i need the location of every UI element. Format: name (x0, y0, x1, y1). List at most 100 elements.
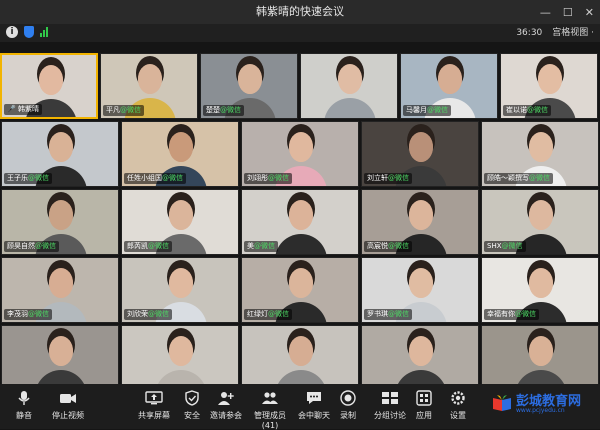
mic-icon: 🎤 (7, 105, 18, 113)
participant-source-tag: @微信 (220, 106, 241, 114)
meeting-toolbar: 静音 停止视频 共享屏幕 安全 邀请参会 管理成员(41) 会中聊天 录制 分组… (0, 384, 600, 430)
participant-tile[interactable]: 刘翊彤@微信 (241, 121, 359, 187)
gear-icon (451, 391, 465, 405)
participant-tile[interactable]: 刘立轩@微信 (361, 121, 479, 187)
apps-label: 应用 (416, 411, 432, 420)
breakout-button[interactable]: 分组讨论 (372, 390, 408, 421)
participant-tile[interactable]: 红绿灯@微信 (241, 257, 359, 323)
participant-name: 崔以诺 (506, 106, 527, 114)
maximize-icon[interactable]: ☐ (563, 6, 573, 19)
participant-name: 韩紫晴 (17, 105, 39, 113)
watermark-url: www.pcjyedu.cn (516, 407, 565, 414)
participant-source-tag: @微信 (388, 174, 409, 182)
manage-members-button[interactable]: 管理成员(41) (248, 390, 292, 430)
participant-tile[interactable]: 顾昊自然@微信 (1, 189, 119, 255)
security-button[interactable]: 安全 (180, 390, 204, 421)
participant-name-label: 顾皓～颖撰写@微信 (484, 173, 553, 184)
participant-tile[interactable]: 高宸悦@微信 (361, 189, 479, 255)
share-screen-button[interactable]: 共享屏幕 (134, 390, 174, 421)
participant-tile[interactable]: 李茂羽@微信 (1, 257, 119, 323)
participant-source-tag: @微信 (120, 106, 141, 114)
window-controls: — ☐ ✕ (540, 0, 594, 24)
participant-tile[interactable] (481, 325, 599, 391)
participant-face (529, 268, 553, 298)
participant-source-tag: @微信 (268, 310, 289, 318)
participant-face (409, 336, 433, 366)
participant-name-label: 郎芮凯@微信 (124, 241, 172, 252)
participant-tile[interactable]: 楚楚@微信 (200, 53, 298, 119)
watermark-logo: 彭城教育网 www.pcjyedu.cn (492, 390, 592, 420)
participant-tile[interactable]: 罗书琪@微信 (361, 257, 479, 323)
share-screen-label: 共享屏幕 (138, 411, 170, 420)
participant-face (169, 200, 193, 230)
participant-name-label: 罗书琪@微信 (364, 309, 412, 320)
breakout-label: 分组讨论 (374, 411, 406, 420)
chat-button[interactable]: 会中聊天 (296, 390, 332, 421)
participant-name: 李茂羽 (7, 310, 28, 318)
participant-tile[interactable] (361, 325, 479, 391)
participant-face (49, 268, 73, 298)
participant-tile[interactable]: 王子乐@微信 (1, 121, 119, 187)
participant-name-label: 马馨月@微信 (403, 105, 451, 116)
participant-name-label: 刘翊彤@微信 (244, 173, 292, 184)
participant-tile[interactable]: 平凡@微信 (100, 53, 198, 119)
participant-name-label: 🎤 韩紫晴 (4, 104, 42, 115)
participant-name-label: 幸福有你@微信 (484, 309, 539, 320)
participant-source-tag: @微信 (515, 310, 536, 318)
participant-name-label: 高宸悦@微信 (364, 241, 412, 252)
participant-name: 幸福有你 (487, 310, 515, 318)
members-icon (262, 392, 278, 404)
chat-label: 会中聊天 (298, 411, 330, 420)
participant-face (529, 132, 553, 162)
participant-name-label: 美@微信 (244, 241, 278, 252)
participant-tile[interactable]: SHX@微信 (481, 189, 599, 255)
participant-name-label: SHX@微信 (484, 241, 526, 252)
stop-video-label: 停止视频 (52, 411, 84, 420)
participant-tile[interactable]: 🎤 韩紫晴 (0, 53, 98, 119)
participant-face (169, 336, 193, 366)
apps-button[interactable]: 应用 (412, 390, 436, 421)
meeting-info-bar: i 36:30 宫格视图 · (0, 24, 600, 42)
add-user-icon (218, 392, 234, 405)
participant-name: 罗书琪 (367, 310, 388, 318)
participant-name: 顾昊自然 (7, 242, 35, 250)
participant-source-tag: @微信 (527, 106, 548, 114)
participant-tile[interactable]: 马馨月@微信 (400, 53, 498, 119)
participant-tile[interactable]: 美@微信 (241, 189, 359, 255)
shield-icon[interactable] (24, 26, 34, 38)
settings-button[interactable]: 设置 (446, 390, 470, 421)
record-icon (340, 390, 356, 406)
participant-tile[interactable]: 任姓小组国@微信 (121, 121, 239, 187)
gallery-view-toggle[interactable]: 宫格视图 · (552, 24, 594, 42)
invite-button[interactable]: 邀请参会 (208, 390, 244, 421)
mute-button[interactable]: 静音 (10, 390, 38, 421)
participant-name-label: 任姓小组国@微信 (124, 173, 186, 184)
participant-tile[interactable]: 刘欣荣@微信 (121, 257, 239, 323)
participant-name-label: 平凡@微信 (103, 105, 144, 116)
participant-tile[interactable]: 顾皓～颖撰写@微信 (481, 121, 599, 187)
participant-face (289, 200, 313, 230)
participant-tile[interactable] (1, 325, 119, 391)
close-icon[interactable]: ✕ (585, 6, 594, 19)
security-label: 安全 (184, 411, 200, 420)
participant-tile[interactable]: 幸福有你@微信 (481, 257, 599, 323)
participant-tile[interactable] (241, 325, 359, 391)
participant-tile[interactable]: 郎芮凯@微信 (121, 189, 239, 255)
minimize-icon[interactable]: — (540, 6, 551, 19)
mute-label: 静音 (16, 411, 32, 420)
participant-tile[interactable] (300, 53, 398, 119)
participant-source-tag: @微信 (268, 174, 289, 182)
info-icon[interactable]: i (6, 26, 18, 38)
participant-face (409, 268, 433, 298)
participant-tile[interactable]: 崔以诺@微信 (500, 53, 598, 119)
participant-tile[interactable] (121, 325, 239, 391)
signal-icon[interactable] (40, 27, 48, 37)
record-button[interactable]: 录制 (336, 390, 360, 421)
invite-label: 邀请参会 (210, 411, 242, 420)
apps-icon (416, 390, 432, 406)
participant-name: 楚楚 (206, 106, 220, 114)
stop-video-button[interactable]: 停止视频 (48, 390, 88, 421)
participant-face (338, 64, 362, 94)
security-shield-icon (185, 390, 199, 406)
video-camera-icon (60, 394, 76, 403)
